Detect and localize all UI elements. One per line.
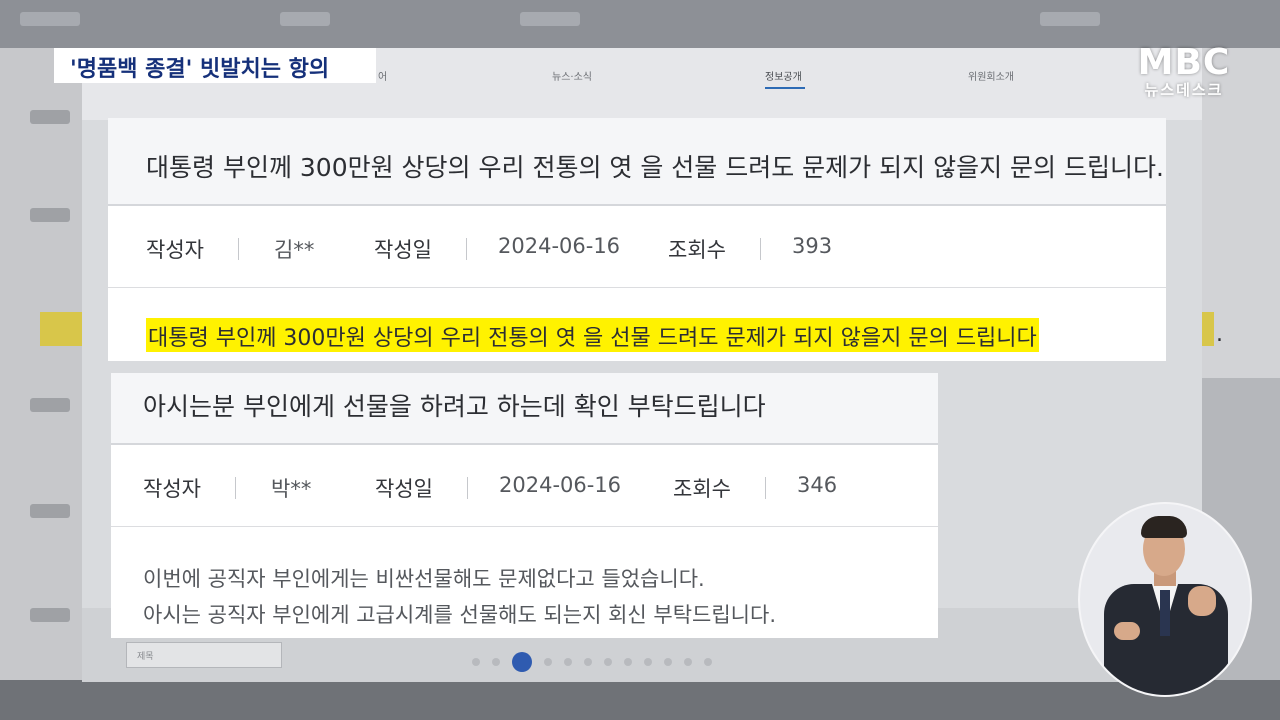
post-meta-row: 작성자 박** 작성일 2024-06-16 조회수 346 — [111, 447, 938, 527]
post-body-line: 이번에 공직자 부인에게는 비싼선물해도 문제없다고 들었습니다. — [143, 567, 705, 591]
views-value: 346 — [797, 473, 838, 497]
post-title-area: 대통령 부인께 300만원 상당의 우리 전통의 엿 을 선물 드려도 문제가 … — [108, 118, 1166, 206]
background-left-column — [0, 48, 82, 720]
background-highlight-edge — [40, 312, 82, 346]
broadcaster-logo: MBC 뉴스데스크 — [1134, 42, 1234, 99]
interpreter-hair — [1141, 516, 1187, 538]
page-current[interactable] — [512, 652, 532, 672]
post-title[interactable]: 대통령 부인께 300만원 상당의 우리 전통의 엿 을 선물 드려도 문제가 … — [146, 148, 1164, 184]
author-value: 박** — [271, 477, 312, 501]
post-meta-row: 작성자 김** 작성일 2024-06-16 조회수 393 — [108, 208, 1166, 288]
meta-divider — [765, 477, 766, 499]
interpreter-right-hand — [1188, 586, 1216, 616]
interpreter-left-hand — [1114, 622, 1140, 640]
background-blur-item — [1040, 12, 1100, 26]
meta-divider — [466, 238, 467, 260]
mbc-logo-text: MBC — [1137, 42, 1231, 83]
post-title[interactable]: 아시는분 부인에게 선물을 하려고 하는데 확인 부탁드립니다 — [143, 387, 766, 423]
post-card-1: 대통령 부인께 300만원 상당의 우리 전통의 엿 을 선물 드려도 문제가 … — [108, 118, 1223, 361]
post-body-highlighted: 대통령 부인께 300만원 상당의 우리 전통의 엿 을 선물 드려도 문제가 … — [146, 318, 1039, 352]
nav-item-committee[interactable]: 위원회소개 — [968, 68, 1014, 83]
date-value: 2024-06-16 — [498, 234, 621, 258]
post-body-period: . — [1216, 322, 1223, 347]
page-dot[interactable] — [704, 658, 712, 666]
page-dot[interactable] — [684, 658, 692, 666]
page-dot[interactable] — [644, 658, 652, 666]
post-body-line: 아시는 공직자 부인에게 고급시계를 선물해도 되는지 회신 부탁드립니다. — [143, 603, 776, 627]
post-title-area: 아시는분 부인에게 선물을 하려고 하는데 확인 부탁드립니다 — [111, 373, 938, 445]
sign-language-interpreter — [1078, 502, 1252, 697]
background-bottom-bar — [0, 680, 1280, 720]
author-label: 작성자 — [146, 238, 204, 262]
page-dot[interactable] — [472, 658, 480, 666]
background-blur-line — [30, 110, 70, 124]
nav-item-news[interactable]: 뉴스·소식 — [552, 68, 592, 83]
page-dot[interactable] — [544, 658, 552, 666]
news-caption: '명품백 종결' 빗발치는 항의 — [54, 48, 376, 83]
nav-item-info-disclosure[interactable]: 정보공개 — [765, 68, 802, 83]
meta-divider — [760, 238, 761, 260]
views-label: 조회수 — [673, 477, 731, 501]
date-label: 작성일 — [375, 477, 433, 501]
meta-divider — [238, 238, 239, 260]
page-dot[interactable] — [604, 658, 612, 666]
page-dot[interactable] — [584, 658, 592, 666]
date-label: 작성일 — [374, 238, 432, 262]
page-dot[interactable] — [664, 658, 672, 666]
date-value: 2024-06-16 — [499, 473, 622, 497]
meta-divider — [235, 477, 236, 499]
search-category-select[interactable]: 제목 — [126, 642, 282, 668]
program-name: 뉴스데스크 — [1144, 81, 1224, 99]
page-dot[interactable] — [624, 658, 632, 666]
views-value: 393 — [792, 234, 833, 258]
meta-divider — [467, 477, 468, 499]
background-blur-line — [30, 398, 70, 412]
background-blur-line — [30, 504, 70, 518]
background-blur-item — [280, 12, 330, 26]
background-blur-item — [20, 12, 80, 26]
interpreter-tie — [1160, 590, 1170, 636]
background-blur-line — [30, 608, 70, 622]
page-dot[interactable] — [564, 658, 572, 666]
background-blur-line — [30, 208, 70, 222]
author-value: 김** — [274, 238, 315, 262]
nav-active-underline — [765, 87, 805, 89]
nav-item-partial: 어 — [378, 72, 388, 83]
background-header-bar — [0, 0, 1280, 48]
page-dot[interactable] — [492, 658, 500, 666]
post-card-2: 아시는분 부인에게 선물을 하려고 하는데 확인 부탁드립니다 작성자 박** … — [111, 373, 938, 638]
pagination — [472, 652, 712, 672]
views-label: 조회수 — [668, 238, 726, 262]
author-label: 작성자 — [143, 477, 201, 501]
background-blur-item — [520, 12, 580, 26]
